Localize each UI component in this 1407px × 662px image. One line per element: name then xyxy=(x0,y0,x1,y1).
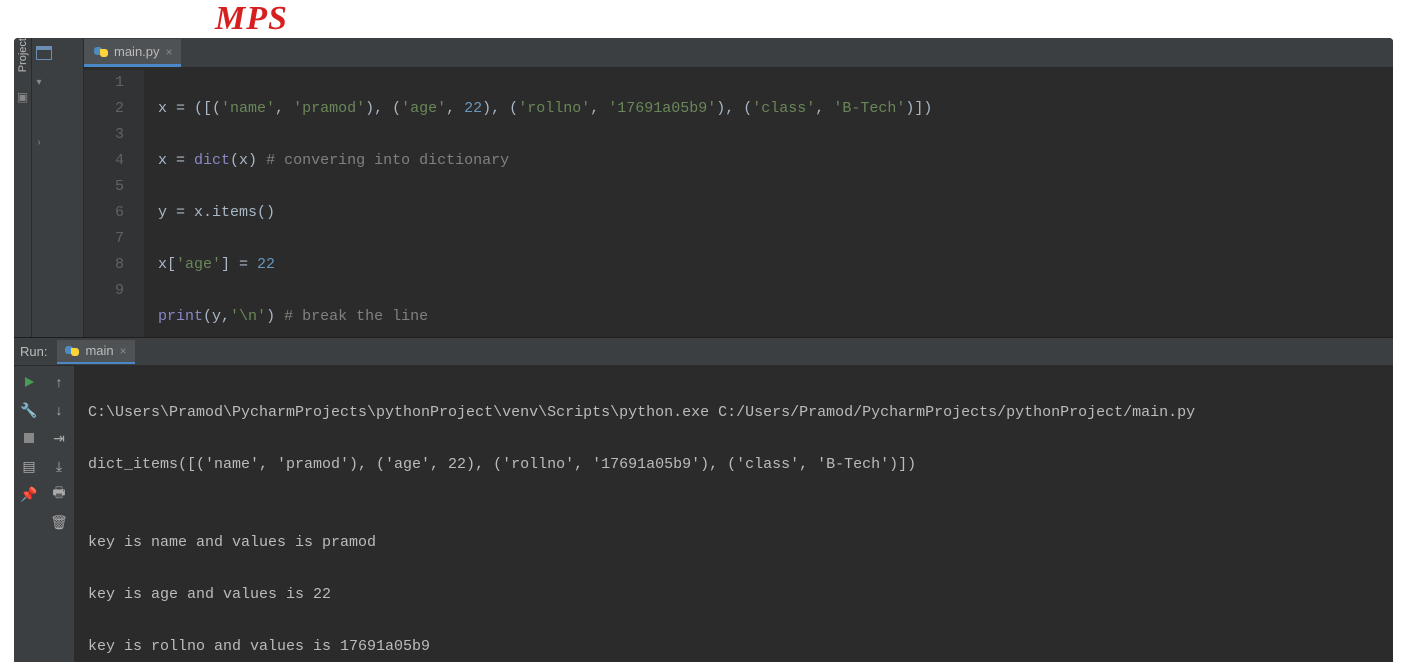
left-tool-rail: Project ▣ xyxy=(14,38,32,337)
project-tool-button[interactable]: Project xyxy=(17,38,29,82)
code-text: , ( xyxy=(491,100,518,117)
tab-label: main.py xyxy=(114,44,160,59)
code-text: 'name' xyxy=(221,100,275,117)
run-body: 🔧 ▤ 📌 ↑ ↓ ⇥ ⤓ 🖶 🗑 C:\Users\Pramod\Pychar… xyxy=(14,366,1393,662)
run-toolbar-secondary: ↑ ↓ ⇥ ⤓ 🖶 🗑 xyxy=(44,366,74,662)
code-text: ) xyxy=(365,100,374,117)
code-lines[interactable]: x = ([('name', 'pramod'), ('age', 22), (… xyxy=(144,70,1393,337)
console-line: key is age and values is 22 xyxy=(88,582,1379,608)
code-text: '\n' xyxy=(230,308,266,325)
up-arrow-icon[interactable]: ↑ xyxy=(50,374,68,390)
run-tab-bar: Run: main × xyxy=(14,338,1393,366)
line-number: 3 xyxy=(84,122,124,148)
console-line: key is rollno and values is 17691a05b9 xyxy=(88,634,1379,660)
code-text: , ( xyxy=(725,100,752,117)
run-toolbar-primary: 🔧 ▤ 📌 xyxy=(14,366,44,662)
code-text: x xyxy=(158,100,176,117)
code-text: y xyxy=(158,204,176,221)
code-text: 'B-Tech' xyxy=(833,100,905,117)
pin-icon[interactable]: 📌 xyxy=(20,486,38,502)
code-text: 'age' xyxy=(176,256,221,273)
tree-row[interactable] xyxy=(34,92,81,112)
chevron-down-icon: ▾ xyxy=(34,77,44,88)
code-text: ] = xyxy=(221,256,257,273)
console-output[interactable]: C:\Users\Pramod\PycharmProjects\pythonPr… xyxy=(74,366,1393,662)
run-tab-label: main xyxy=(85,343,113,358)
code-text: )]) xyxy=(905,100,932,117)
code-text: '17691a05b9' xyxy=(608,100,716,117)
console-line: dict_items([('name', 'pramod'), ('age', … xyxy=(88,452,1379,478)
code-text: 'age' xyxy=(401,100,446,117)
stop-icon[interactable] xyxy=(20,430,38,446)
trash-icon[interactable]: 🗑 xyxy=(50,514,68,530)
down-arrow-icon[interactable]: ↓ xyxy=(50,402,68,418)
code-text: , xyxy=(590,100,608,117)
line-number: 2 xyxy=(84,96,124,122)
editor-area: main.py × 1 2 3 4 5 6 7 8 9 x = ([('name… xyxy=(84,38,1393,337)
code-text: dict xyxy=(194,152,230,169)
console-line: C:\Users\Pramod\PycharmProjects\pythonPr… xyxy=(88,400,1379,426)
code-text: 22 xyxy=(464,100,482,117)
code-text: , xyxy=(221,308,230,325)
print-icon[interactable]: 🖶 xyxy=(50,486,68,502)
code-text: (y xyxy=(203,308,221,325)
console-line: key is name and values is pramod xyxy=(88,530,1379,556)
run-panel-label: Run: xyxy=(20,344,47,359)
code-text: = xyxy=(176,152,194,169)
code-text: 'pramod' xyxy=(293,100,365,117)
editor-tab-bar: main.py × xyxy=(84,38,1393,68)
code-view[interactable]: 1 2 3 4 5 6 7 8 9 x = ([('name', 'pramod… xyxy=(84,68,1393,337)
tree-row[interactable]: › xyxy=(34,132,81,152)
line-number: 1 xyxy=(84,70,124,96)
project-tree-panel: ▾ › xyxy=(32,38,84,337)
editor-section: Project ▣ ▾ › main.py × xyxy=(14,38,1393,338)
code-text: , xyxy=(275,100,293,117)
layout-icon[interactable]: ▤ xyxy=(20,458,38,474)
code-text: = x.items() xyxy=(176,204,275,221)
python-file-icon xyxy=(94,45,108,59)
ide-window: Project ▣ ▾ › main.py × xyxy=(14,38,1393,662)
code-text: ) xyxy=(266,308,284,325)
project-tree-header xyxy=(32,38,83,68)
line-number: 9 xyxy=(84,278,124,304)
close-icon[interactable]: × xyxy=(166,45,173,59)
line-number-gutter: 1 2 3 4 5 6 7 8 9 xyxy=(84,70,144,337)
code-text: x[ xyxy=(158,256,176,273)
code-text: = ([( xyxy=(176,100,221,117)
line-number: 5 xyxy=(84,174,124,200)
code-text: (x) xyxy=(230,152,266,169)
code-text: , ( xyxy=(374,100,401,117)
rerun-icon[interactable] xyxy=(20,374,38,390)
soft-wrap-icon[interactable]: ⇥ xyxy=(50,430,68,446)
code-text: x xyxy=(158,152,176,169)
code-text: # break the line xyxy=(284,308,428,325)
close-icon[interactable]: × xyxy=(120,344,127,358)
code-text: print xyxy=(158,308,203,325)
scroll-to-end-icon[interactable]: ⤓ xyxy=(50,458,68,474)
code-text: , xyxy=(446,100,464,117)
code-text: 'rollno' xyxy=(518,100,590,117)
handwritten-annotation: MPS xyxy=(215,0,288,38)
run-tab-main[interactable]: main × xyxy=(57,340,134,364)
run-panel: Run: main × 🔧 ▤ 📌 ↑ ↓ ⇥ ⤓ 🖶 🗑 xyxy=(14,338,1393,662)
line-number: 7 xyxy=(84,226,124,252)
code-text: # convering into dictionary xyxy=(266,152,509,169)
window-icon[interactable] xyxy=(36,46,52,60)
chevron-right-icon: › xyxy=(34,137,44,148)
tree-row[interactable]: ▾ xyxy=(34,72,81,92)
tree-body: ▾ › xyxy=(32,68,83,156)
tree-row[interactable] xyxy=(34,112,81,132)
line-number: 4 xyxy=(84,148,124,174)
code-text: 22 xyxy=(257,256,275,273)
line-number: 8 xyxy=(84,252,124,278)
wrench-icon[interactable]: 🔧 xyxy=(20,402,38,418)
line-number: 6 xyxy=(84,200,124,226)
code-text: ) xyxy=(482,100,491,117)
folder-icon[interactable]: ▣ xyxy=(17,90,28,104)
code-text: , xyxy=(815,100,833,117)
editor-tab-main-py[interactable]: main.py × xyxy=(84,39,181,67)
code-text: ) xyxy=(716,100,725,117)
code-text: 'class' xyxy=(752,100,815,117)
python-file-icon xyxy=(65,344,79,358)
